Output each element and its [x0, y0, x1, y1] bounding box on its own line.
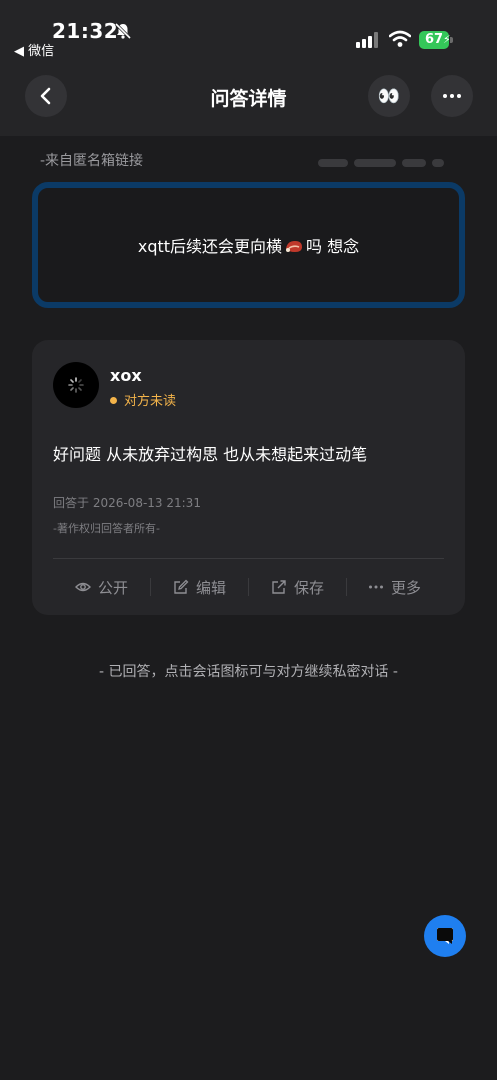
divider	[53, 558, 444, 559]
page: 21:32 ◀ 微信 67 ⚡ 问答详情 👀 -来自匿名箱链接 xqtt后续还会…	[0, 0, 497, 1080]
blurred-text	[318, 152, 458, 167]
battery-tip	[450, 37, 453, 43]
status-bar: 21:32 ◀ 微信 67 ⚡	[0, 0, 497, 60]
eyes-icon: 👀	[377, 85, 401, 107]
avatar[interactable]	[53, 362, 99, 408]
save-button[interactable]: 保存	[271, 572, 324, 602]
source-label: -来自匿名箱链接	[40, 153, 144, 169]
more-button[interactable]: 更多	[368, 572, 421, 602]
answer-card: xox 对方未读 好问题 从未放弃过构思 也从未想起来过动笔 回答于 2026-…	[32, 340, 465, 615]
nav-header: 问答详情 👀	[0, 72, 497, 120]
public-button[interactable]: 公开	[75, 572, 128, 602]
action-separator	[150, 578, 151, 596]
more-horizontal-icon	[443, 94, 461, 98]
status-dot	[110, 397, 117, 404]
answered-timestamp: 回答于 2026-08-13 21:31	[53, 496, 201, 510]
back-to-app-link[interactable]: ◀ 微信	[14, 40, 54, 59]
action-separator	[346, 578, 347, 596]
bell-muted-icon	[114, 22, 132, 40]
signal-icon	[356, 32, 378, 48]
save-button-label: 保存	[294, 578, 325, 597]
read-status: 对方未读	[110, 390, 176, 409]
edit-icon	[174, 579, 189, 594]
status-time: 21:32	[52, 19, 119, 43]
question-text: xqtt后续还会更向横 吗 想念	[138, 233, 359, 257]
action-bar: 公开 编辑 保存 更多	[32, 572, 465, 602]
answer-text: 好问题 从未放弃过构思 也从未想起来过动笔	[53, 445, 368, 464]
wifi-icon	[389, 30, 411, 47]
public-button-label: 公开	[98, 578, 129, 597]
more-options-button[interactable]	[431, 75, 473, 117]
answered-hint: - 已回答，点击会话图标可与对方继续私密对话 -	[98, 664, 398, 680]
action-separator	[248, 578, 249, 596]
question-card: xqtt后续还会更向横 吗 想念	[32, 182, 465, 308]
question-text-end: 吗 想念	[306, 237, 360, 256]
meat-emoji-icon	[286, 241, 303, 252]
edit-button[interactable]: 编辑	[173, 572, 226, 602]
more-icon	[369, 585, 383, 589]
chat-bubble-icon	[437, 928, 453, 944]
edit-button-label: 编辑	[196, 578, 227, 597]
chat-button[interactable]	[424, 915, 466, 957]
read-status-label: 对方未读	[124, 394, 177, 409]
copyright-note: -著作权归回答者所有-	[53, 522, 160, 535]
eyes-button[interactable]: 👀	[368, 75, 410, 117]
page-title: 问答详情	[210, 88, 287, 110]
battery-indicator: 67 ⚡	[419, 31, 453, 49]
question-text-start: xqtt后续还会更向横	[137, 237, 283, 256]
more-button-label: 更多	[391, 578, 422, 597]
share-icon	[272, 580, 286, 594]
answerer-name[interactable]: xox	[110, 366, 142, 385]
eye-icon	[75, 582, 91, 592]
loading-spinner-icon	[68, 377, 84, 393]
